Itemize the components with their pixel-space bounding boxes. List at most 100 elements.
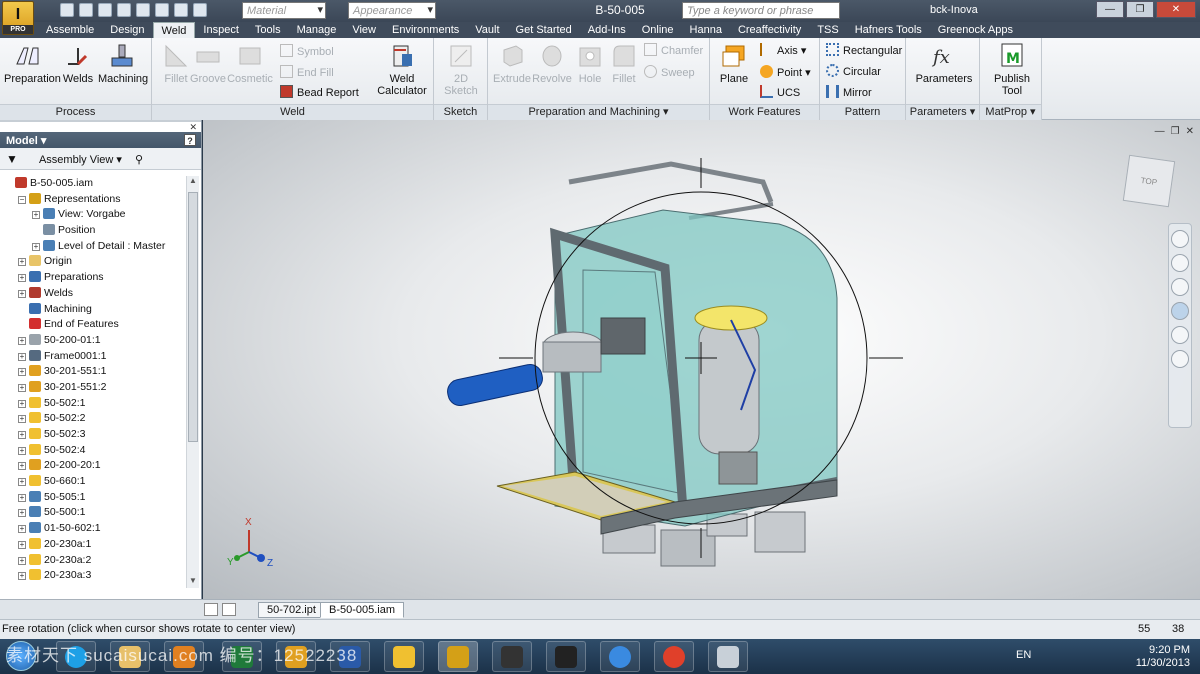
tree-node[interactable]: +50-502:1 — [0, 396, 186, 412]
weld-calculator-button[interactable]: Weld Calculator — [374, 42, 430, 97]
tab-hanna[interactable]: Hanna — [682, 22, 730, 38]
app-taskbar-button-2[interactable] — [492, 641, 532, 672]
redo-icon[interactable] — [136, 3, 150, 17]
scroll-up-icon[interactable]: ▲ — [187, 176, 199, 188]
expand-icon[interactable]: + — [18, 258, 26, 267]
rectangular-pattern-button[interactable]: Rectangular — [826, 43, 902, 58]
open-icon[interactable] — [79, 3, 93, 17]
extrude-button[interactable]: Extrude — [490, 42, 534, 85]
expand-icon[interactable]: + — [18, 572, 26, 581]
plane-button[interactable]: Plane — [710, 42, 758, 85]
app-taskbar-button-3[interactable] — [546, 641, 586, 672]
language-indicator[interactable]: EN — [1016, 649, 1031, 661]
expand-icon[interactable]: + — [18, 383, 26, 392]
tree-node[interactable]: + Welds — [0, 286, 186, 302]
tab-add-ins[interactable]: Add-Ins — [580, 22, 634, 38]
preparation-button[interactable]: Preparation — [4, 42, 61, 85]
return-icon[interactable] — [155, 3, 169, 17]
tree-node[interactable]: +50-660:1 — [0, 474, 186, 490]
update-icon[interactable] — [193, 3, 207, 17]
chrome-taskbar-button[interactable] — [654, 641, 694, 672]
tree-node[interactable]: B-50-005.iam — [0, 176, 186, 192]
tab-environments[interactable]: Environments — [384, 22, 467, 38]
expand-icon[interactable]: + — [18, 399, 26, 408]
expand-icon[interactable]: + — [18, 478, 26, 487]
sweep-button[interactable]: Sweep — [644, 65, 695, 80]
expand-icon[interactable]: + — [18, 415, 26, 424]
point-button[interactable]: Point ▾ — [760, 65, 811, 80]
tree-node[interactable]: +01-50-602:1 — [0, 521, 186, 537]
circular-pattern-button[interactable]: Circular — [826, 64, 881, 79]
parameters-button[interactable]: fx Parameters — [912, 42, 976, 85]
tree-node[interactable]: +30-201-551:2 — [0, 380, 186, 396]
calculator-taskbar-button[interactable] — [708, 641, 748, 672]
2d-sketch-button[interactable]: 2D Sketch — [437, 42, 485, 97]
search-input[interactable]: Type a keyword or phrase — [682, 2, 840, 19]
tab-weld[interactable]: Weld — [152, 22, 196, 38]
app-logo[interactable]: I PRO — [2, 1, 34, 35]
tree-node[interactable]: + Level of Detail : Master — [0, 239, 186, 255]
browser-scrollbar[interactable]: ▲ ▼ — [186, 176, 199, 588]
expand-icon[interactable]: + — [18, 289, 26, 298]
tree-node[interactable]: + Frame0001:1 — [0, 349, 186, 365]
user-name[interactable]: bck-Inova — [930, 4, 978, 16]
tab-get-started[interactable]: Get Started — [508, 22, 580, 38]
tree-node[interactable]: + View: Vorgabe — [0, 207, 186, 223]
material-combo[interactable]: Material — [242, 2, 326, 19]
expand-icon[interactable]: + — [18, 431, 26, 439]
mirror-button[interactable]: Mirror — [826, 85, 872, 100]
tree-node[interactable]: + Origin — [0, 254, 186, 270]
minimize-button[interactable]: — — [1096, 1, 1124, 18]
tool-taskbar-button[interactable] — [384, 641, 424, 672]
expand-icon[interactable]: + — [32, 242, 40, 251]
expand-icon[interactable]: + — [18, 525, 26, 534]
expand-icon[interactable]: − — [18, 195, 26, 204]
expand-icon[interactable]: + — [18, 509, 26, 518]
machining-button[interactable]: Machining — [98, 42, 148, 85]
expand-icon[interactable]: + — [18, 462, 26, 471]
tab-manage[interactable]: Manage — [289, 22, 345, 38]
new-icon[interactable] — [60, 3, 74, 17]
tab-hafners-tools[interactable]: Hafners Tools — [847, 22, 930, 38]
tree-node[interactable]: +20-230a:2 — [0, 553, 186, 569]
maximize-button[interactable]: ❐ — [1126, 1, 1154, 18]
publish-tool-button[interactable]: M Publish Tool — [986, 42, 1038, 97]
tab-greenock-apps[interactable]: Greenock Apps — [930, 22, 1021, 38]
expand-icon[interactable]: + — [18, 352, 26, 361]
tree-node[interactable]: − Representations — [0, 192, 186, 208]
cosmetic-weld-button[interactable]: Cosmetic — [226, 42, 274, 85]
symbol-button[interactable]: Symbol — [280, 44, 334, 59]
select-icon[interactable] — [174, 3, 188, 17]
scroll-thumb[interactable] — [188, 192, 198, 442]
tab-design[interactable]: Design — [102, 22, 152, 38]
ucs-button[interactable]: UCS — [760, 85, 800, 100]
chamfer-button[interactable]: Chamfer — [644, 43, 703, 58]
tree-node[interactable]: + Preparations — [0, 270, 186, 286]
assembly-view-dropdown[interactable]: Assembly View ▾ — [39, 154, 122, 166]
find-icon[interactable]: ⚲ — [135, 154, 143, 166]
expand-icon[interactable]: + — [32, 211, 40, 220]
expand-icon[interactable]: + — [18, 274, 26, 283]
close-button[interactable]: ✕ — [1156, 1, 1196, 18]
tab-view[interactable]: View — [344, 22, 384, 38]
tree-node[interactable]: Machining — [0, 302, 186, 318]
undo-icon[interactable] — [117, 3, 131, 17]
list-icon[interactable] — [222, 603, 236, 616]
fillet-button[interactable]: Fillet — [602, 42, 646, 85]
tree-node[interactable]: End of Features — [0, 317, 186, 333]
save-icon[interactable] — [98, 3, 112, 17]
model-canvas[interactable]: X Y Z — [203, 120, 1200, 599]
appearance-combo[interactable]: Appearance — [348, 2, 436, 19]
document-tab[interactable]: 50-702.ipt — [258, 602, 325, 618]
tree-node[interactable]: +50-500:1 — [0, 505, 186, 521]
scroll-down-icon[interactable]: ▼ — [187, 576, 199, 588]
axis-button[interactable]: Axis ▾ — [760, 43, 806, 58]
tree-node[interactable]: +50-200-01:1 — [0, 333, 186, 349]
assembly-model[interactable] — [445, 161, 838, 567]
ie-taskbar-button[interactable] — [600, 641, 640, 672]
tree-node[interactable]: Position — [0, 223, 186, 239]
expand-icon[interactable]: + — [18, 446, 26, 455]
tab-tools[interactable]: Tools — [247, 22, 289, 38]
end-fill-button[interactable]: End Fill — [280, 65, 334, 80]
groove-weld-button[interactable]: Groove — [184, 42, 232, 85]
